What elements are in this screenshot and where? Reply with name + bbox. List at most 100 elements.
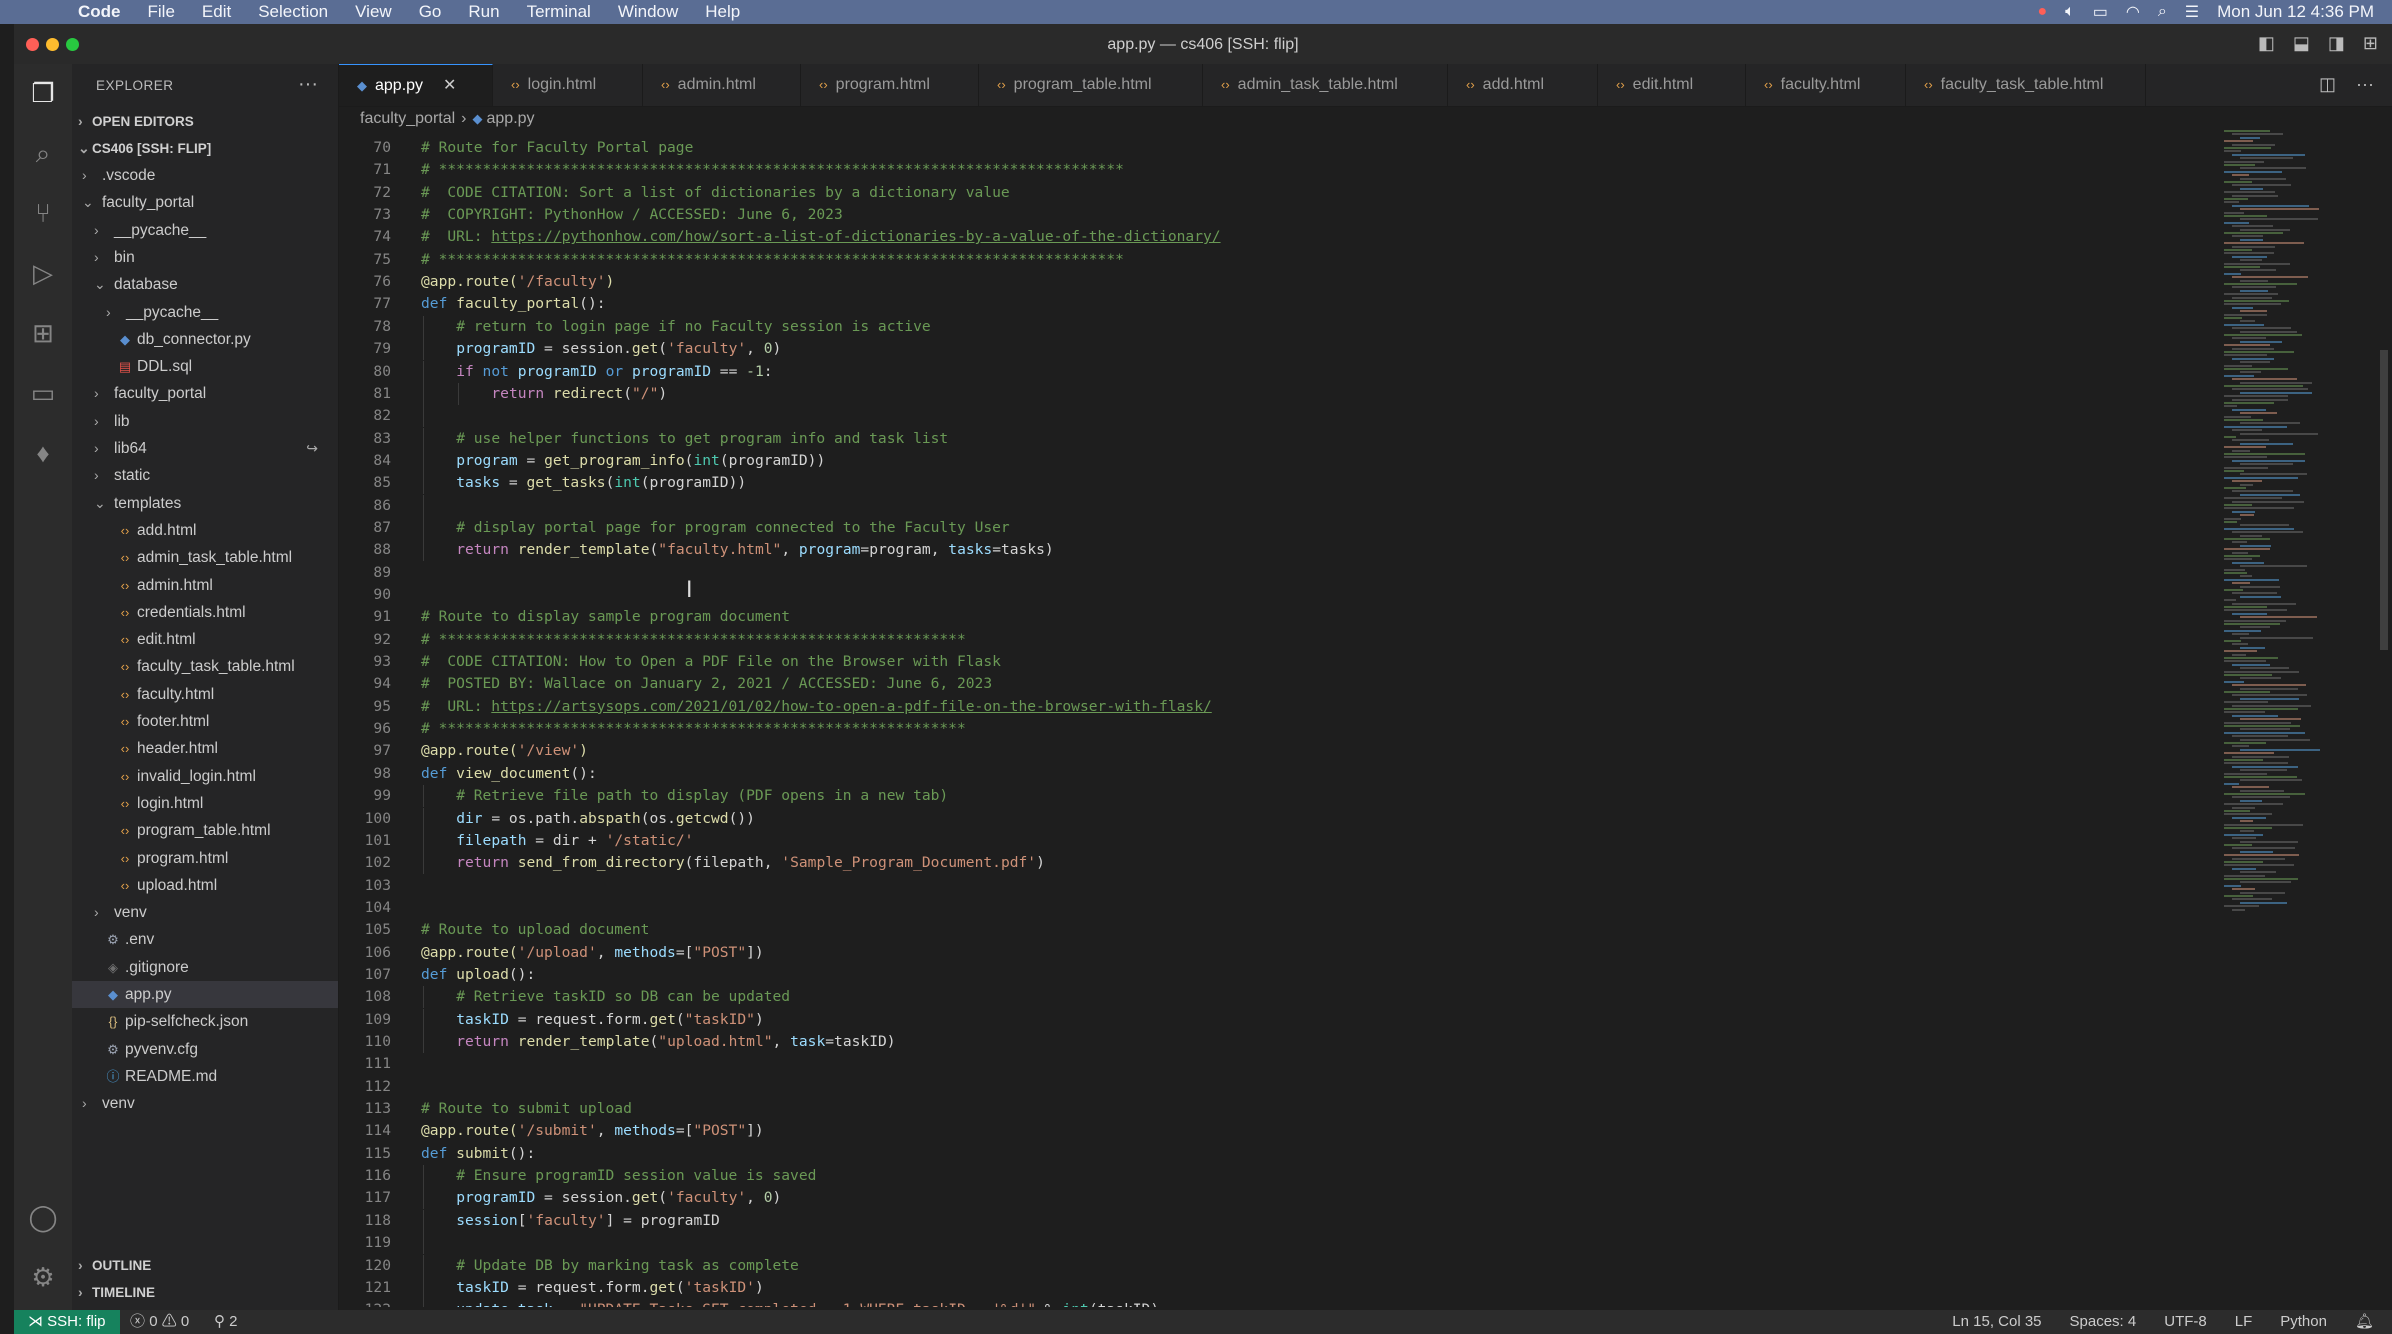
file-tree-item[interactable]: {} pip-selfcheck.json bbox=[72, 1008, 338, 1035]
run-debug-icon[interactable]: ▷ bbox=[14, 258, 72, 289]
open-editors-section[interactable]: › OPEN EDITORS bbox=[72, 108, 338, 135]
file-tree-item[interactable]: ▤ DDL.sql bbox=[72, 353, 338, 380]
file-tree-item[interactable]: ⚙ pyvenv.cfg bbox=[72, 1036, 338, 1063]
spotlight-search-icon[interactable]: ⌕ bbox=[2158, 3, 2167, 21]
tab-add-html[interactable]: ‹› add.html bbox=[1448, 64, 1598, 106]
explorer-icon[interactable]: ❐ bbox=[14, 78, 72, 109]
code-link[interactable]: https://artsysops.com/2021/01/02/how-to-… bbox=[491, 698, 1211, 715]
file-tree-item[interactable]: ‹› invalid_login.html bbox=[72, 763, 338, 790]
file-tree-item[interactable]: ‹› program_table.html bbox=[72, 817, 338, 844]
menu-run[interactable]: Run bbox=[468, 2, 499, 22]
tab-program-html[interactable]: ‹› program.html bbox=[801, 64, 979, 106]
indentation[interactable]: Spaces: 4 bbox=[2070, 1310, 2137, 1334]
extensions-icon[interactable]: ⊞ bbox=[14, 318, 72, 349]
remote-explorer-icon[interactable]: ▭ bbox=[14, 378, 72, 409]
battery-icon[interactable]: ▭ bbox=[2093, 2, 2108, 22]
account-icon[interactable]: ◯ bbox=[14, 1202, 72, 1233]
toggle-secondary-sidebar-icon[interactable]: ◨ bbox=[2328, 33, 2345, 54]
folder-tree-item[interactable]: › lib64 ↪ bbox=[72, 435, 338, 462]
tab-app-py[interactable]: ◆ app.py ✕ bbox=[339, 64, 493, 106]
file-tree-item[interactable]: ‹› credentials.html bbox=[72, 599, 338, 626]
folder-tree-item[interactable]: › __pycache__ bbox=[72, 299, 338, 326]
file-tree-item[interactable]: ‹› footer.html bbox=[72, 708, 338, 735]
code-link[interactable]: https://pythonhow.com/how/sort-a-list-of… bbox=[491, 228, 1220, 245]
file-tree-item[interactable]: ◆ app.py bbox=[72, 981, 338, 1008]
folder-tree-item[interactable]: ⌄ database bbox=[72, 271, 338, 298]
folder-tree-item[interactable]: › __pycache__ bbox=[72, 217, 338, 244]
menu-selection[interactable]: Selection bbox=[258, 2, 328, 22]
menu-app-name[interactable]: Code bbox=[78, 2, 121, 22]
manage-gear-icon[interactable]: ⚙ bbox=[14, 1262, 72, 1293]
menu-datetime[interactable]: Mon Jun 12 4:36 PM bbox=[2217, 2, 2374, 22]
language-mode[interactable]: Python bbox=[2280, 1310, 2327, 1334]
toggle-primary-sidebar-icon[interactable]: ◧ bbox=[2258, 33, 2275, 54]
encoding[interactable]: UTF-8 bbox=[2164, 1310, 2207, 1334]
folder-tree-item[interactable]: › static bbox=[72, 462, 338, 489]
menu-view[interactable]: View bbox=[355, 2, 392, 22]
tab-edit-html[interactable]: ‹› edit.html bbox=[1598, 64, 1746, 106]
file-tree-item[interactable]: ‹› program.html bbox=[72, 845, 338, 872]
folder-tree-item[interactable]: › .vscode bbox=[72, 162, 338, 189]
folder-tree-item[interactable]: › faculty_portal bbox=[72, 380, 338, 407]
tab-program_table-html[interactable]: ‹› program_table.html bbox=[979, 64, 1203, 106]
file-tree-item[interactable]: ⓘ README.md bbox=[72, 1063, 338, 1090]
control-center-icon[interactable]: ☰ bbox=[2185, 2, 2199, 22]
minimap[interactable] bbox=[2220, 130, 2376, 930]
file-tree-item[interactable]: ‹› header.html bbox=[72, 735, 338, 762]
file-tree-item[interactable]: ‹› admin.html bbox=[72, 572, 338, 599]
folder-tree-item[interactable]: › venv bbox=[72, 1090, 338, 1117]
tab-admin-html[interactable]: ‹› admin.html bbox=[643, 64, 801, 106]
folder-tree-item[interactable]: ⌄ faculty_portal bbox=[72, 189, 338, 216]
folder-tree-item[interactable]: › lib bbox=[72, 408, 338, 435]
menu-file[interactable]: File bbox=[148, 2, 175, 22]
file-tree-item[interactable]: ‹› edit.html bbox=[72, 626, 338, 653]
customize-layout-icon[interactable]: ⊞ bbox=[2363, 33, 2378, 54]
menu-edit[interactable]: Edit bbox=[202, 2, 231, 22]
record-icon[interactable]: ● bbox=[2037, 3, 2047, 21]
file-tree-item[interactable]: ‹› faculty.html bbox=[72, 681, 338, 708]
remote-indicator[interactable]: ⋊ SSH: flip bbox=[14, 1310, 120, 1334]
close-tab-icon[interactable]: ✕ bbox=[443, 77, 456, 94]
file-tree-item[interactable]: ‹› login.html bbox=[72, 790, 338, 817]
scrollbar-thumb[interactable] bbox=[2380, 350, 2388, 650]
tab-faculty-html[interactable]: ‹› faculty.html bbox=[1746, 64, 1906, 106]
outline-section[interactable]: › OUTLINE bbox=[72, 1252, 338, 1279]
tab-login-html[interactable]: ‹› login.html bbox=[493, 64, 643, 106]
menu-terminal[interactable]: Terminal bbox=[527, 2, 591, 22]
editor-scrollbar[interactable] bbox=[2378, 130, 2390, 1310]
folder-tree-item[interactable]: › venv bbox=[72, 899, 338, 926]
breadcrumb-file[interactable]: app.py bbox=[487, 110, 535, 127]
file-tree-item[interactable]: ‹› upload.html bbox=[72, 872, 338, 899]
menu-go[interactable]: Go bbox=[419, 2, 442, 22]
file-tree-item[interactable]: ◈ .gitignore bbox=[72, 954, 338, 981]
folder-tree-item[interactable]: ⌄ templates bbox=[72, 490, 338, 517]
menu-help[interactable]: Help bbox=[705, 2, 740, 22]
problems-indicator[interactable]: ⓧ 0 ⚠ 0 bbox=[130, 1310, 189, 1334]
workspace-section[interactable]: ⌄ CS406 [SSH: FLIP] bbox=[72, 135, 338, 162]
file-tree-item[interactable]: ‹› faculty_task_table.html bbox=[72, 653, 338, 680]
notifications-bell-icon[interactable]: 🔔︎ bbox=[2355, 1310, 2374, 1334]
folder-tree-item[interactable]: › bin bbox=[72, 244, 338, 271]
search-icon[interactable]: ⌕ bbox=[14, 138, 72, 170]
tab-faculty_task_table-html[interactable]: ‹› faculty_task_table.html bbox=[1906, 64, 2146, 106]
file-tree-item[interactable]: ⚙ .env bbox=[72, 926, 338, 953]
menu-window[interactable]: Window bbox=[618, 2, 678, 22]
mongodb-icon[interactable]: ♦ bbox=[14, 438, 72, 469]
file-tree-item[interactable]: ◆ db_connector.py bbox=[72, 326, 338, 353]
end-of-line[interactable]: LF bbox=[2235, 1310, 2253, 1334]
toggle-panel-icon[interactable]: ⬓ bbox=[2293, 33, 2310, 54]
wifi-icon[interactable]: ◠ bbox=[2126, 2, 2140, 22]
file-tree-item[interactable]: ‹› add.html bbox=[72, 517, 338, 544]
split-editor-icon[interactable]: ◫ bbox=[2319, 74, 2336, 95]
volume-icon[interactable]: 🔈︎ bbox=[2065, 3, 2075, 21]
timeline-section[interactable]: › TIMELINE bbox=[72, 1279, 338, 1306]
ports-indicator[interactable]: ⚲ 2 bbox=[214, 1310, 238, 1334]
cursor-position[interactable]: Ln 15, Col 35 bbox=[1952, 1310, 2041, 1334]
file-tree-item[interactable]: ‹› admin_task_table.html bbox=[72, 544, 338, 571]
source-control-icon[interactable]: ⑂ bbox=[14, 198, 72, 229]
breadcrumb-folder[interactable]: faculty_portal bbox=[360, 110, 455, 127]
code-editor[interactable]: 70 # Route for Faculty Portal page 71 # ***… bbox=[339, 137, 2219, 1307]
more-actions-icon[interactable]: ··· bbox=[298, 73, 318, 96]
tab-admin_task_table-html[interactable]: ‹› admin_task_table.html bbox=[1203, 64, 1448, 106]
more-actions-icon[interactable]: ··· bbox=[2356, 74, 2374, 95]
